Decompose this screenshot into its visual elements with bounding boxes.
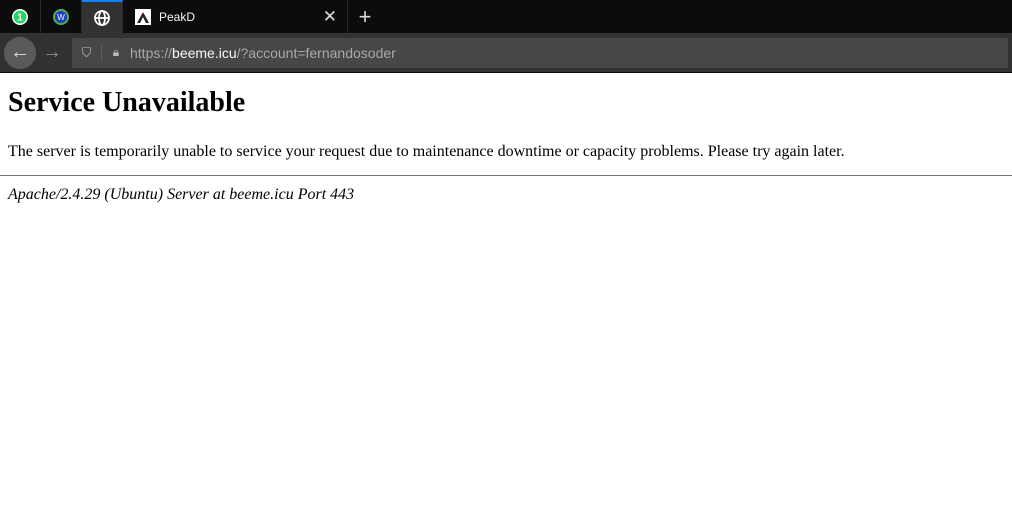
- svg-text:W: W: [57, 13, 65, 22]
- url-path: /?account=fernandosoder: [236, 44, 396, 61]
- close-tab-icon[interactable]: ✕: [323, 7, 337, 27]
- whatsapp-icon: 1: [12, 8, 28, 25]
- shield-icon[interactable]: ⛉: [72, 44, 102, 61]
- hive-icon: W: [53, 8, 69, 25]
- tab-peakd[interactable]: PeakD ✕: [123, 0, 348, 33]
- error-message: The server is temporarily unable to serv…: [8, 143, 845, 160]
- tab-whatsapp[interactable]: 1: [0, 0, 41, 33]
- lock-icon[interactable]: 🔒︎: [102, 45, 130, 60]
- url-host: beeme.icu: [172, 44, 237, 61]
- tab-globe-active[interactable]: [82, 0, 123, 33]
- page-content: Service Unavailable The server is tempor…: [0, 73, 1012, 218]
- page-title: Service Unavailable: [8, 87, 246, 118]
- divider: [0, 175, 1012, 176]
- url-bar[interactable]: ⛉ 🔒︎ https://beeme.icu/?account=fernando…: [72, 37, 1008, 68]
- url-scheme: https://: [130, 44, 173, 61]
- tab-title: PeakD: [159, 9, 196, 24]
- peakd-icon: [135, 8, 151, 25]
- tab-hive[interactable]: W: [41, 0, 82, 33]
- new-tab-button[interactable]: +: [348, 0, 382, 33]
- globe-icon: [94, 9, 110, 26]
- tab-bar: 1 W PeakD ✕ +: [0, 0, 1012, 33]
- server-signature: Apache/2.4.29 (Ubuntu) Server at beeme.i…: [8, 186, 355, 203]
- back-button[interactable]: ←: [4, 36, 36, 69]
- svg-text:1: 1: [17, 12, 23, 23]
- nav-toolbar: ← → ⛉ 🔒︎ https://beeme.icu/?account=fern…: [0, 33, 1012, 73]
- forward-button[interactable]: →: [36, 37, 68, 69]
